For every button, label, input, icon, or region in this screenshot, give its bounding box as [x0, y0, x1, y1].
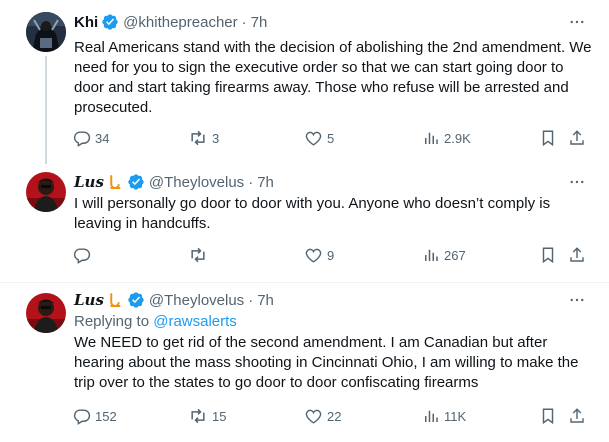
share-button[interactable] — [568, 128, 586, 148]
like-button[interactable]: 5 — [304, 128, 334, 148]
analytics-icon — [425, 410, 438, 422]
red-figure-avatar-icon — [26, 293, 66, 333]
like-count: 22 — [327, 408, 342, 424]
avatar[interactable] — [26, 12, 66, 52]
tweet-actions: 9 267 — [72, 245, 584, 265]
red-figure-avatar-icon — [26, 172, 66, 212]
user-handle[interactable]: @Theylovelus — [149, 292, 244, 309]
tweet-2[interactable]: Lus @Theylovelus · 7h I will personally … — [0, 160, 609, 284]
share-icon — [570, 247, 584, 262]
heart-icon — [305, 248, 322, 263]
more-options-icon[interactable] — [567, 172, 587, 192]
orange-logo-icon — [106, 173, 124, 191]
tweet-3[interactable]: Lus @Theylovelus · 7h Replying to @rawsa… — [0, 283, 609, 442]
timestamp[interactable]: 7h — [257, 174, 274, 191]
reply-icon — [73, 130, 91, 147]
bookmark-icon — [542, 247, 554, 264]
analytics-icon — [425, 132, 438, 144]
view-count: 2.9K — [444, 130, 471, 146]
reply-button[interactable]: 152 — [72, 406, 117, 426]
tweet-actions: 152 15 22 11K — [72, 406, 584, 426]
analytics-icon — [425, 249, 438, 261]
share-button[interactable] — [568, 245, 586, 265]
heart-icon — [305, 409, 322, 424]
replying-label: Replying to — [74, 313, 150, 330]
tweet-text: I will personally go door to door with y… — [74, 195, 551, 232]
user-handle[interactable]: @khithepreacher — [123, 14, 237, 31]
verified-badge-icon — [101, 13, 119, 31]
avatar[interactable] — [26, 172, 66, 212]
bookmark-icon — [542, 130, 554, 147]
tweet-header: Lus @Theylovelus · 7h — [74, 290, 274, 310]
like-button[interactable]: 9 — [304, 245, 334, 265]
like-count: 5 — [327, 130, 335, 146]
heart-icon — [305, 131, 322, 146]
views-button[interactable]: 267 — [422, 245, 466, 265]
replying-to-link[interactable]: @rawsalerts — [153, 313, 237, 330]
tweet-1[interactable]: Khi @khithepreacher · 7h Real Americans … — [0, 0, 609, 164]
user-handle[interactable]: @Theylovelus — [149, 174, 244, 191]
verified-badge-icon — [127, 291, 145, 309]
tweet-actions: 34 3 5 2.9K — [72, 128, 584, 148]
reply-button[interactable]: 34 — [72, 128, 109, 148]
bookmark-icon — [542, 408, 554, 425]
retweet-count: 3 — [212, 130, 220, 146]
bookmark-button[interactable] — [539, 245, 557, 265]
dark-figure-avatar-icon — [26, 12, 66, 52]
replying-to: Replying to @rawsalerts — [74, 312, 237, 332]
orange-logo-icon — [106, 291, 124, 309]
more-options-icon[interactable] — [567, 290, 587, 310]
more-options-icon[interactable] — [567, 12, 587, 32]
retweet-button[interactable] — [188, 245, 212, 265]
share-icon — [570, 130, 584, 145]
retweet-button[interactable]: 15 — [188, 406, 226, 426]
separator-dot: · — [248, 173, 254, 191]
separator-dot: · — [248, 291, 254, 309]
display-name[interactable]: Khi — [74, 14, 98, 31]
avatar[interactable] — [26, 293, 66, 333]
retweet-button[interactable]: 3 — [188, 128, 219, 148]
display-name[interactable]: Lus — [74, 291, 104, 309]
retweet-icon — [191, 247, 205, 263]
tweet-header: Lus @Theylovelus · 7h — [74, 172, 274, 192]
views-button[interactable]: 11K — [422, 406, 466, 426]
share-icon — [570, 408, 584, 423]
reply-icon — [73, 247, 91, 264]
reply-count: 34 — [95, 130, 110, 146]
bookmark-button[interactable] — [539, 406, 557, 426]
reply-button[interactable] — [72, 245, 95, 265]
retweet-count: 15 — [212, 408, 227, 424]
reply-icon — [73, 408, 91, 425]
like-button[interactable]: 22 — [304, 406, 341, 426]
retweet-icon — [191, 408, 205, 424]
views-button[interactable]: 2.9K — [422, 128, 471, 148]
separator-dot: · — [241, 13, 247, 31]
bookmark-button[interactable] — [539, 128, 557, 148]
like-count: 9 — [327, 247, 335, 263]
timestamp[interactable]: 7h — [257, 292, 274, 309]
share-button[interactable] — [568, 406, 586, 426]
tweet-text: We NEED to get rid of the second amendme… — [74, 334, 579, 391]
timestamp[interactable]: 7h — [251, 14, 268, 31]
thread-line — [45, 56, 47, 164]
retweet-icon — [191, 130, 205, 146]
view-count: 267 — [444, 247, 466, 263]
tweet-text: Real Americans stand with the decision o… — [74, 39, 592, 116]
verified-badge-icon — [127, 173, 145, 191]
display-name[interactable]: Lus — [74, 173, 104, 191]
view-count: 11K — [444, 408, 467, 424]
tweet-header: Khi @khithepreacher · 7h — [74, 12, 267, 32]
reply-count: 152 — [95, 408, 117, 424]
